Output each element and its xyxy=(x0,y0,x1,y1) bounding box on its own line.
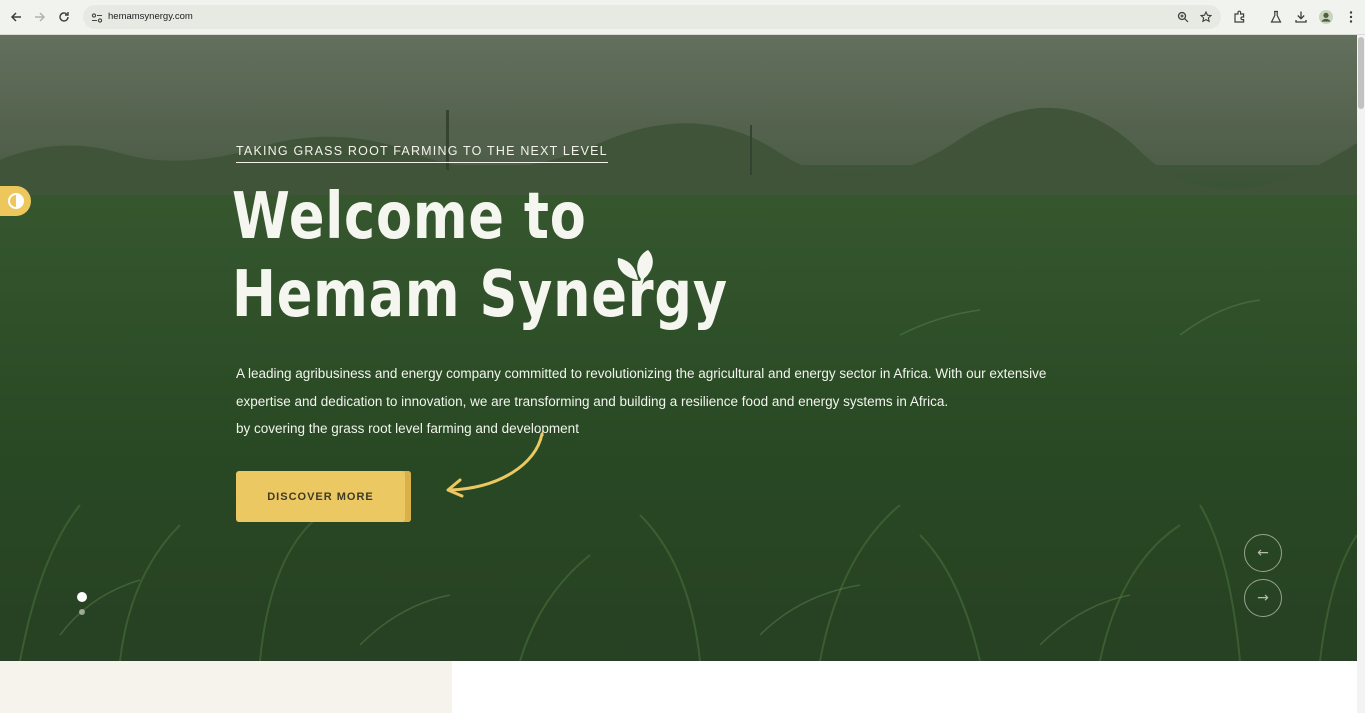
download-icon[interactable] xyxy=(1292,8,1310,26)
next-section-right-panel xyxy=(452,661,1357,713)
slider-next-button[interactable]: → xyxy=(1244,579,1282,617)
address-bar[interactable]: hemamsynergy.com xyxy=(83,5,1221,29)
site-info-icon[interactable] xyxy=(90,10,104,24)
profile-icon[interactable] xyxy=(1317,8,1335,26)
hero-description-line-3: by covering the grass root level farming… xyxy=(236,421,579,436)
hero-tagline: TAKING GRASS ROOT FARMING TO THE NEXT LE… xyxy=(236,144,608,163)
scrollbar-thumb[interactable] xyxy=(1358,37,1364,109)
forward-icon[interactable] xyxy=(30,7,50,27)
curved-arrow-icon xyxy=(446,432,544,498)
hero-description-line-2: expertise and dedication to innovation, … xyxy=(236,393,949,409)
labs-icon[interactable] xyxy=(1267,8,1285,26)
hero-description: A leading agribusiness and energy compan… xyxy=(236,360,1136,443)
hero-overlay xyxy=(0,35,1357,661)
url-text[interactable]: hemamsynergy.com xyxy=(108,10,193,24)
next-section-left-panel xyxy=(0,661,452,713)
contrast-toggle-button[interactable] xyxy=(0,186,31,216)
back-icon[interactable] xyxy=(6,7,26,27)
page-scrollbar[interactable] xyxy=(1357,35,1365,713)
extensions-icon[interactable] xyxy=(1231,8,1249,26)
hero-slider xyxy=(0,35,1357,661)
discover-more-button[interactable]: DISCOVER MORE xyxy=(236,471,411,522)
zoom-icon[interactable] xyxy=(1175,9,1191,25)
reload-icon[interactable] xyxy=(54,7,74,27)
contrast-icon xyxy=(7,193,24,209)
slider-dot-active[interactable] xyxy=(77,592,87,602)
menu-icon[interactable] xyxy=(1342,8,1360,26)
bookmark-star-icon[interactable] xyxy=(1198,9,1214,25)
leaf-sprout-icon xyxy=(617,250,653,295)
hero-description-line-1: A leading agribusiness and energy compan… xyxy=(236,366,1047,381)
slider-prev-button[interactable]: ← xyxy=(1244,534,1282,572)
slider-dot[interactable] xyxy=(79,609,85,615)
browser-toolbar: hemamsynergy.com xyxy=(0,0,1365,35)
